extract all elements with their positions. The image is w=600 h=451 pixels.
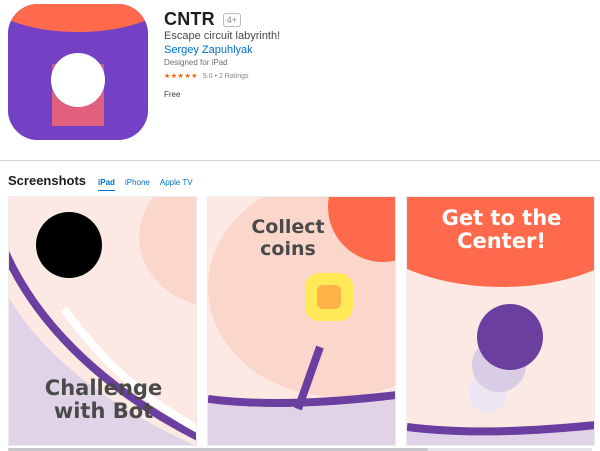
app-icon — [8, 4, 148, 140]
age-rating-badge: 4+ — [222, 12, 242, 27]
screenshot-2-caption: Collect coins — [251, 216, 325, 260]
price-label: Free — [164, 90, 181, 99]
tab-ipad[interactable]: iPad — [98, 178, 115, 191]
app-title-row: CNTR 4+ — [164, 9, 242, 30]
rating-text: 5.0 • 2 Ratings — [202, 72, 249, 80]
rating-row: ★★★★★ 5.0 • 2 Ratings — [164, 72, 249, 81]
app-subtitle: Escape circuit labyrinth! — [164, 30, 281, 42]
star-rating-icon: ★★★★★ — [164, 73, 198, 80]
screenshots-header: Screenshots iPad iPhone Apple TV — [8, 173, 203, 191]
section-divider — [0, 160, 600, 161]
screenshot-3[interactable]: Get to the Center! — [406, 196, 595, 446]
screenshot-1-caption: Challenge with Bot — [44, 376, 163, 424]
screenshot-1[interactable]: Challenge with Bot — [8, 196, 197, 446]
tab-iphone[interactable]: iPhone — [125, 178, 150, 190]
designed-for-label: Designed for iPad — [164, 58, 228, 67]
app-title: CNTR — [164, 9, 215, 29]
developer-link[interactable]: Sergey Zapuhlyak — [164, 44, 253, 56]
screenshots-title: Screenshots — [8, 173, 87, 188]
screenshot-3-caption: Get to the Center! — [441, 206, 562, 254]
tab-apple-tv[interactable]: Apple TV — [160, 178, 193, 190]
screenshot-2[interactable]: Collect coins — [207, 196, 396, 446]
